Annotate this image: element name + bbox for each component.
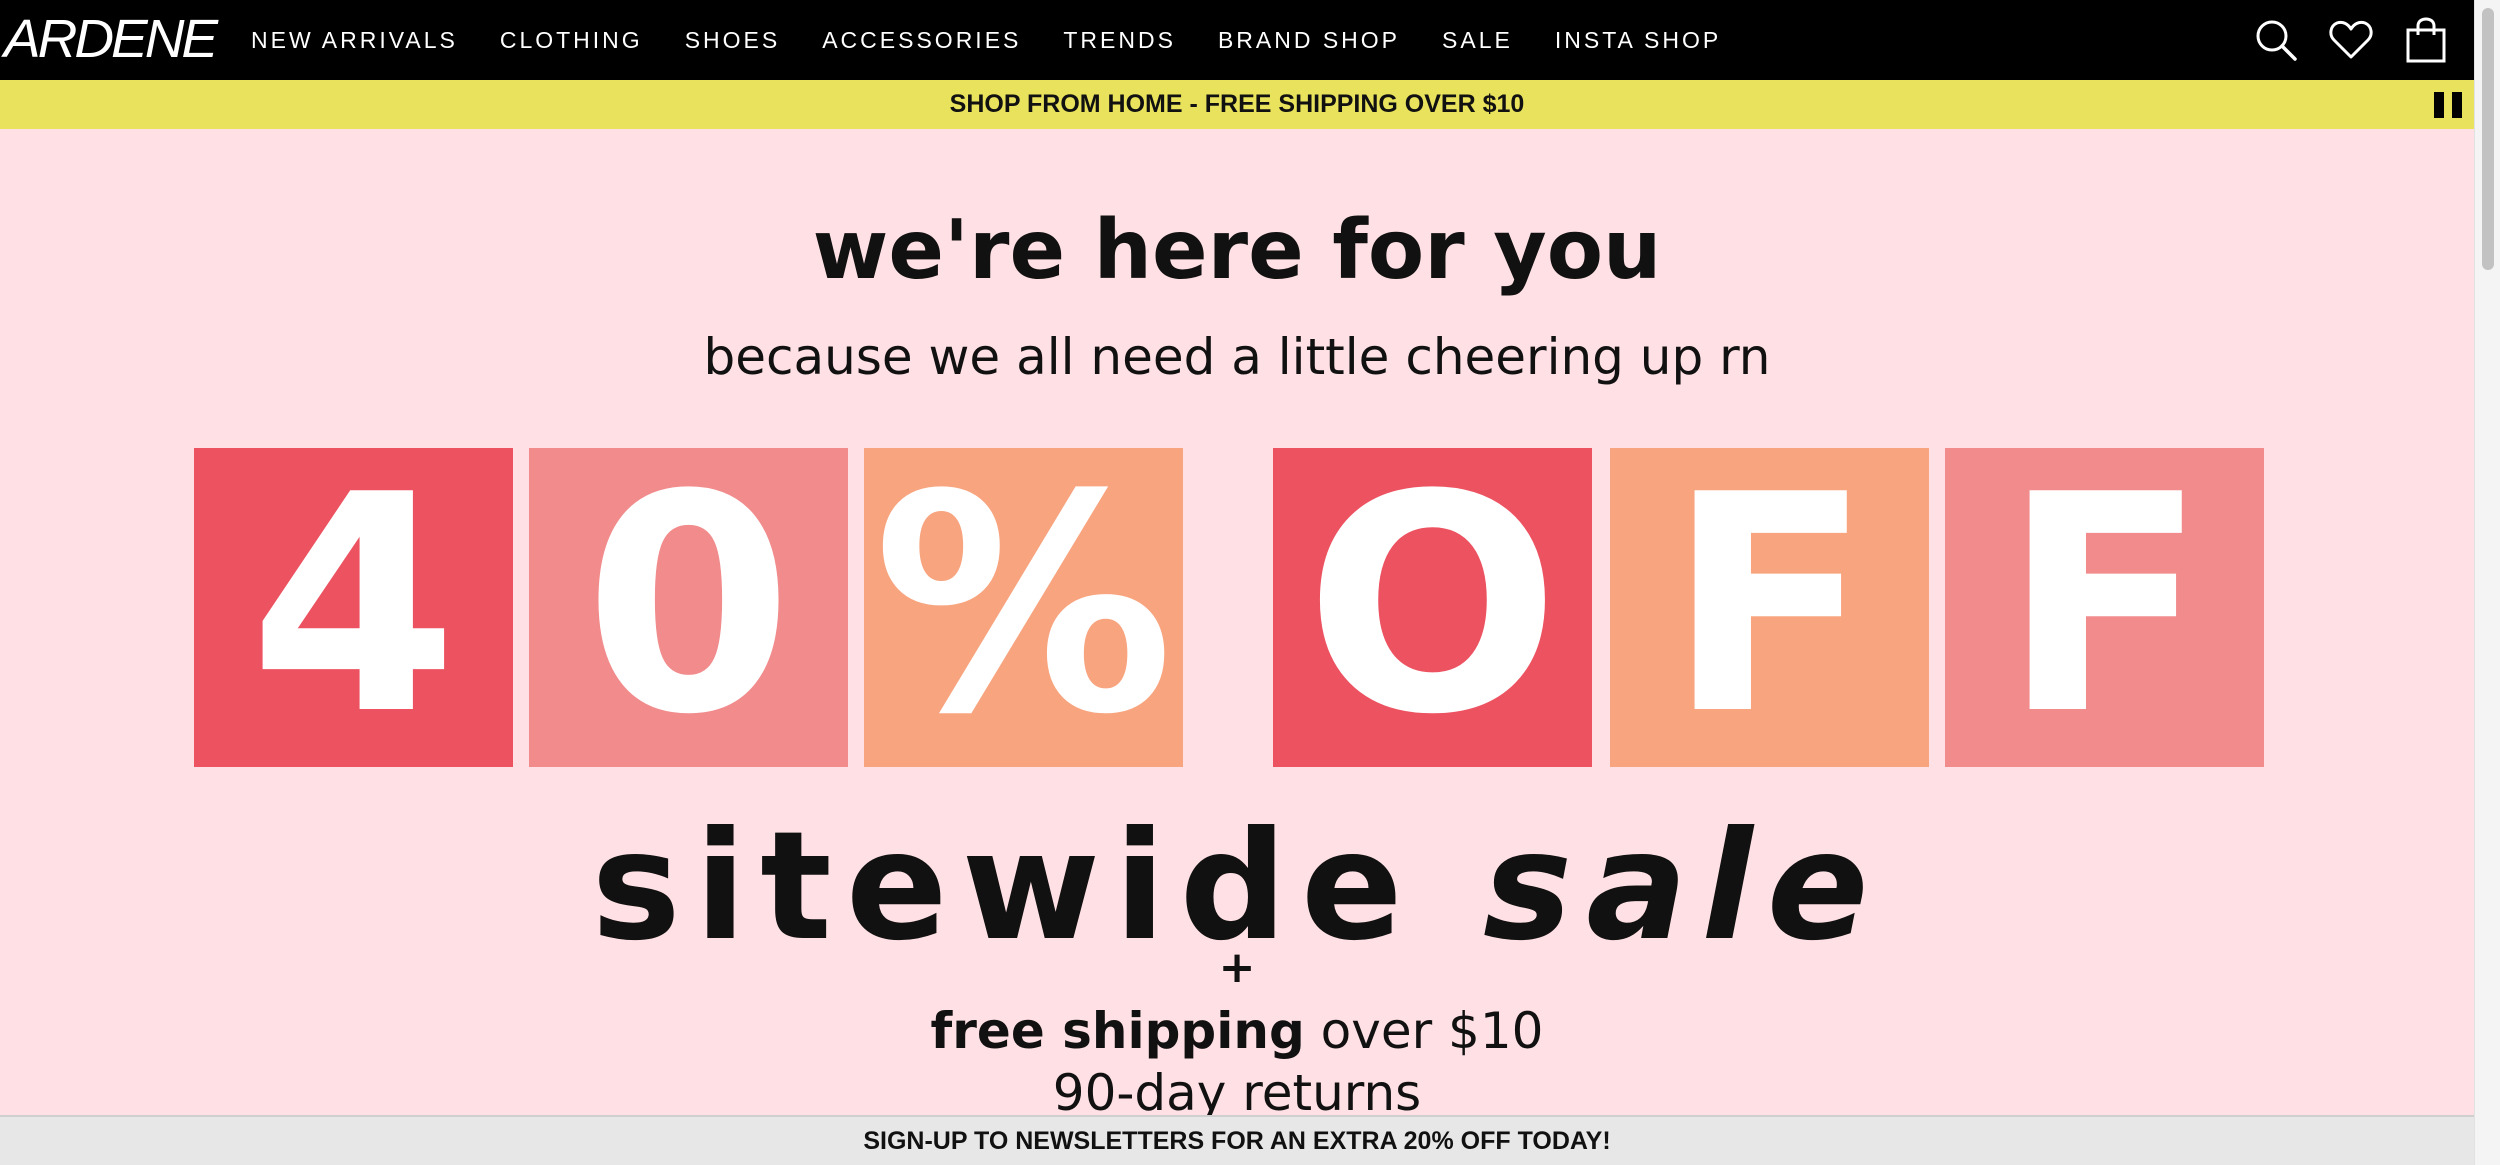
newsletter-signup-bar[interactable]: SIGN-UP TO NEWSLETTERS FOR AN EXTRA 20% … [0,1115,2474,1165]
nav-clothing[interactable]: CLOTHING [500,27,643,54]
sale-tile-char: F [2002,448,2207,767]
nav-new-arrivals[interactable]: NEW ARRIVALS [251,27,458,54]
sale-tile-char: % [873,448,1174,767]
shopping-bag-icon[interactable] [2402,16,2450,64]
heart-icon[interactable] [2327,16,2375,64]
nav-shoes[interactable]: SHOES [685,27,781,54]
nav-sale[interactable]: SALE [1442,27,1513,54]
header-icons [2225,0,2450,80]
sale-tile-4: O [1273,448,1592,767]
scrollbar-thumb[interactable] [2482,8,2494,270]
returns-line: 90-day returns [1052,1064,1422,1115]
sale-tile-2: 0 [529,448,848,767]
sale-tile-6: F [1945,448,2264,767]
nav-insta-shop[interactable]: INSTA SHOP [1555,27,1721,54]
sale-tile-char: F [1667,448,1872,767]
promo-bar: SHOP FROM HOME - FREE SHIPPING OVER $10 [0,80,2474,129]
nav-brand-shop[interactable]: BRAND SHOP [1218,27,1400,54]
promo-text[interactable]: SHOP FROM HOME - FREE SHIPPING OVER $10 [950,90,1525,119]
sale-tile-3: % [864,448,1183,767]
hero-headline: we're here for you [812,203,1662,298]
nav-accessories[interactable]: ACCESSORIES [822,27,1021,54]
sale-tile-char: 4 [249,448,458,767]
free-shipping-rest: over $10 [1304,1002,1544,1060]
pause-icon[interactable] [2434,92,2462,118]
top-navigation-bar: ARDENE NEW ARRIVALS CLOTHING SHOES ACCES… [0,0,2474,80]
plus-sign: + [1218,942,1256,993]
free-shipping-bold: free shipping [930,1002,1305,1060]
page-scrollbar[interactable] [2474,0,2500,1165]
nav-trends[interactable]: TRENDS [1063,27,1176,54]
main-nav: NEW ARRIVALS CLOTHING SHOES ACCESSORIES … [251,0,1763,80]
sale-tile-char: O [1304,448,1561,767]
sale-tile-1: 4 [194,448,513,767]
free-shipping-line: free shipping over $10 [0,999,2474,1063]
hero-banner[interactable]: we're here for you because we all need a… [0,129,2474,1115]
sale-tile-5: F [1610,448,1929,767]
ardene-logo[interactable]: ARDENE [4,6,218,72]
hero-subheadline: because we all need a little cheering up… [703,328,1771,386]
search-icon[interactable] [2252,16,2300,64]
sale-tile-char: 0 [584,448,793,767]
